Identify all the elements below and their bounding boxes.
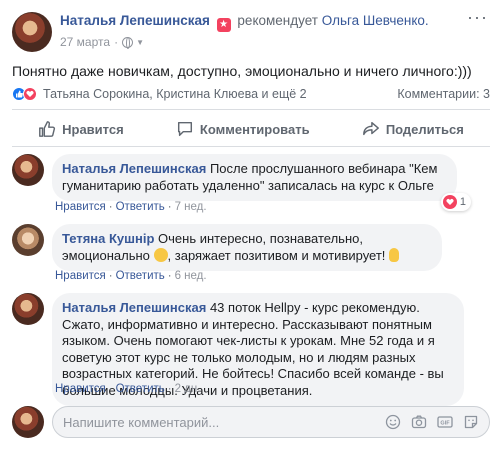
post-header-line: Наталья Лепешинская ★ рекомендует Ольга … — [60, 12, 429, 32]
comment-icon — [177, 121, 192, 137]
emoji-icon[interactable] — [384, 414, 401, 431]
svg-text:GIF: GIF — [440, 421, 450, 427]
love-reaction-icon — [442, 194, 457, 209]
comment-text-continued: , заряжает позитивом и мотивирует! — [167, 247, 386, 263]
commenter-name[interactable]: Тетяна Кушнір — [62, 231, 154, 246]
separator-dot: · — [167, 201, 172, 213]
like-button[interactable]: Нравится — [38, 120, 124, 138]
chevron-down-icon[interactable]: ▼ — [136, 38, 144, 47]
comment-meta: Нравится · Ответить · 2 дн. — [55, 383, 200, 395]
comment-meta: Нравится · Ответить · 6 нед. — [55, 270, 207, 282]
divider — [12, 146, 490, 147]
commenter-name[interactable]: Наталья Лепешинская — [62, 161, 206, 176]
reaction-count: 1 — [459, 195, 466, 208]
post-meta: 27 марта · ▼ — [60, 35, 429, 49]
comment-composer: GIF — [12, 406, 490, 438]
separator-dot: · — [114, 35, 119, 49]
share-button[interactable]: Поделиться — [362, 120, 464, 138]
post-text: Понятно даже новичкам, доступно, эмоцион… — [12, 63, 472, 79]
post-actions: Нравится Комментировать Поделиться — [12, 113, 490, 145]
comment-item: Тетяна Кушнір Очень интересно, познавате… — [12, 224, 442, 271]
comment-time[interactable]: 7 нед. — [175, 201, 207, 213]
comment-time[interactable]: 6 нед. — [175, 270, 207, 282]
comment-input[interactable] — [63, 414, 384, 430]
separator-dot: · — [108, 201, 113, 213]
hand-emoji-icon — [389, 247, 400, 262]
recommended-page-link[interactable]: Ольга Шевченко. — [322, 13, 429, 28]
recommends-label: рекомендует — [237, 13, 318, 28]
sticker-icon[interactable] — [462, 414, 479, 431]
commenter-avatar[interactable] — [12, 224, 44, 256]
commenter-avatar[interactable] — [12, 293, 44, 325]
comment-bubble: Наталья Лепешинская После прослушанного … — [52, 154, 471, 211]
comment-reply-link[interactable]: Ответить — [116, 201, 165, 213]
current-user-avatar — [12, 406, 44, 438]
divider — [12, 109, 490, 110]
gif-icon[interactable]: GIF — [436, 414, 453, 431]
share-button-label: Поделиться — [385, 121, 464, 137]
reactions-bar: Татьяна Сорокина, Кристина Клюева и ещё … — [12, 86, 490, 102]
love-reaction-icon[interactable] — [23, 87, 37, 101]
comment-meta: Нравится · Ответить · 7 нед. — [55, 201, 207, 213]
comments-count[interactable]: Комментарии: 3 — [397, 87, 490, 101]
recommendation-star-icon: ★ — [216, 18, 231, 32]
comment-button-label: Комментировать — [199, 121, 310, 137]
comment-like-link[interactable]: Нравится — [55, 270, 106, 282]
camera-icon[interactable] — [410, 414, 427, 431]
comment-like-link[interactable]: Нравится — [55, 383, 106, 395]
post-header: Наталья Лепешинская ★ рекомендует Ольга … — [12, 12, 429, 52]
separator-dot: · — [167, 383, 172, 395]
share-icon — [362, 121, 379, 136]
comment-button[interactable]: Комментировать — [176, 120, 310, 138]
thumbs-up-icon — [39, 121, 56, 137]
separator-dot: · — [108, 383, 113, 395]
commenter-avatar[interactable] — [12, 154, 44, 186]
post-date[interactable]: 27 марта — [60, 35, 110, 49]
separator-dot: · — [167, 270, 172, 282]
comment-reply-link[interactable]: Ответить — [116, 383, 165, 395]
like-button-label: Нравится — [62, 121, 124, 137]
comment-time[interactable]: 2 дн. — [175, 383, 201, 395]
comment-item: Наталья Лепешинская После прослушанного … — [12, 154, 471, 211]
comment-reply-link[interactable]: Ответить — [116, 270, 165, 282]
public-globe-icon[interactable] — [122, 36, 134, 49]
post-header-text: Наталья Лепешинская ★ рекомендует Ольга … — [60, 12, 429, 52]
composer-icons: GIF — [384, 414, 479, 431]
commenter-name[interactable]: Наталья Лепешинская — [62, 300, 206, 315]
comment-like-link[interactable]: Нравится — [55, 201, 106, 213]
smile-emoji-icon — [153, 247, 168, 262]
comment-input-box[interactable]: GIF — [52, 406, 490, 438]
separator-dot: · — [108, 270, 113, 282]
post-author-name[interactable]: Наталья Лепешинская — [60, 13, 210, 28]
author-avatar[interactable] — [12, 12, 52, 52]
reactors-names[interactable]: Татьяна Сорокина, Кристина Клюева и ещё … — [43, 87, 307, 101]
more-options-icon[interactable]: ··· — [467, 8, 488, 26]
comment-reaction-badge[interactable]: 1 — [440, 192, 471, 211]
comment-bubble: Тетяна Кушнір Очень интересно, познавате… — [52, 224, 442, 271]
